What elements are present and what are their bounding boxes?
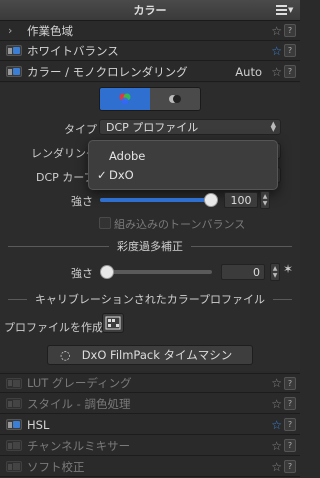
- type-label: タイプ: [64, 123, 97, 136]
- star-icon[interactable]: ☆: [271, 44, 282, 58]
- row-channel-mixer[interactable]: チャンネルミキサー ☆ ?: [0, 436, 300, 456]
- popup-option-dxo[interactable]: ✓ DxO: [89, 166, 277, 184]
- enable-toggle[interactable]: [6, 398, 22, 409]
- hamburger-icon: [276, 5, 287, 15]
- intensity-label: 強さ: [71, 195, 93, 208]
- create-profile-label: プロファイルを作成: [4, 321, 103, 334]
- row-label: ソフト校正: [27, 459, 85, 474]
- intensity-stepper[interactable]: ▲ ▼: [260, 191, 270, 209]
- row-style-toning[interactable]: スタイル - 調色処理 ☆ ?: [0, 394, 300, 414]
- row-working-color-space[interactable]: › 作業色域 ☆ ?: [0, 21, 300, 41]
- palette-titlebar: カラー ▼: [0, 0, 300, 21]
- star-icon[interactable]: ☆: [271, 460, 282, 474]
- enable-toggle[interactable]: [6, 440, 22, 451]
- star-icon[interactable]: ☆: [271, 397, 282, 411]
- intensity-value-field[interactable]: 100: [224, 192, 258, 208]
- film-reel-icon: ◌: [60, 348, 71, 362]
- type-select[interactable]: DCP プロファイル ▲ ▼: [99, 119, 281, 135]
- enable-toggle[interactable]: [6, 461, 22, 472]
- star-icon[interactable]: ☆: [271, 418, 282, 432]
- mono-circles-icon: [169, 95, 181, 103]
- intensity-slider-knob[interactable]: [204, 193, 218, 207]
- rgb-circles-icon: [119, 93, 131, 105]
- color-mono-segmented[interactable]: [99, 87, 201, 111]
- star-icon[interactable]: ☆: [271, 376, 282, 390]
- row-label: スタイル - 調色処理: [27, 396, 131, 411]
- intensity-slider[interactable]: [100, 198, 210, 202]
- row-hsl[interactable]: HSL ☆ ?: [0, 415, 300, 435]
- row-label: チャンネルミキサー: [27, 438, 131, 453]
- calibration-section-header: キャリブレーションされたカラープロファイル: [0, 292, 300, 306]
- dcp-curve-label: DCP カーブ: [36, 171, 95, 184]
- saturation-slider[interactable]: [106, 270, 212, 274]
- checkmark-icon: ✓: [97, 168, 107, 182]
- row-white-balance[interactable]: ホワイトバランス ☆ ?: [0, 41, 300, 61]
- row-label: 作業色域: [27, 23, 73, 38]
- help-icon[interactable]: ?: [284, 439, 296, 452]
- intensity-slider-fill: [100, 198, 210, 202]
- star-icon[interactable]: ☆: [271, 65, 282, 79]
- help-icon[interactable]: ?: [284, 460, 296, 473]
- dcp-popup-menu: Adobe ✓ DxO: [88, 140, 278, 190]
- star-icon[interactable]: ☆: [271, 439, 282, 453]
- builtin-tone-checkbox[interactable]: [99, 217, 111, 229]
- updown-chevron-icon: ▲▼: [270, 120, 276, 133]
- chevron-down-icon: ▼: [288, 5, 294, 14]
- saturation-value-field[interactable]: 0: [221, 264, 265, 280]
- palette-menu-button[interactable]: ▼: [276, 3, 296, 16]
- create-profile-button[interactable]: [102, 313, 124, 333]
- help-icon[interactable]: ?: [284, 397, 296, 410]
- auto-button[interactable]: Auto: [235, 65, 262, 79]
- color-chart-icon: [105, 316, 121, 330]
- row-label: LUT グレーディング: [27, 376, 132, 390]
- saturation-slider-knob[interactable]: [100, 265, 114, 279]
- palette-title: カラー: [133, 4, 167, 17]
- saturation-stepper[interactable]: ▲ ▼: [270, 263, 280, 281]
- row-label: ホワイトバランス: [27, 43, 119, 58]
- help-icon[interactable]: ?: [284, 24, 296, 37]
- enable-toggle[interactable]: [6, 66, 22, 77]
- mono-mode-button[interactable]: [150, 88, 200, 110]
- enable-toggle[interactable]: [6, 377, 22, 389]
- star-icon[interactable]: ☆: [271, 24, 282, 38]
- row-lut-grading[interactable]: LUT グレーディング ☆ ?: [0, 373, 300, 393]
- color-mode-button[interactable]: [100, 88, 150, 110]
- enable-toggle[interactable]: [6, 419, 22, 430]
- help-icon[interactable]: ?: [284, 376, 296, 390]
- help-icon[interactable]: ?: [284, 44, 296, 57]
- filmpack-time-machine-button[interactable]: ◌ DxO FilmPack タイムマシン: [47, 345, 253, 365]
- row-color-rendering[interactable]: カラー / モノクロレンダリング Auto ☆ ?: [0, 62, 300, 82]
- magic-wand-icon[interactable]: ✶: [283, 262, 293, 276]
- help-icon[interactable]: ?: [284, 418, 296, 431]
- saturation-intensity-label: 強さ: [71, 267, 93, 280]
- builtin-tone-label: 組み込みのトーンバランス: [114, 218, 246, 231]
- row-soft-proofing[interactable]: ソフト校正 ☆ ?: [0, 457, 300, 477]
- saturation-section-header: 彩度過多補正: [0, 239, 300, 253]
- help-icon[interactable]: ?: [284, 65, 296, 78]
- chevron-right-icon[interactable]: ›: [8, 24, 12, 37]
- row-label: HSL: [27, 417, 50, 432]
- popup-option-adobe[interactable]: Adobe: [89, 147, 277, 165]
- enable-toggle[interactable]: [6, 45, 22, 56]
- type-select-value: DCP プロファイル: [106, 121, 199, 134]
- row-label: カラー / モノクロレンダリング: [27, 64, 188, 79]
